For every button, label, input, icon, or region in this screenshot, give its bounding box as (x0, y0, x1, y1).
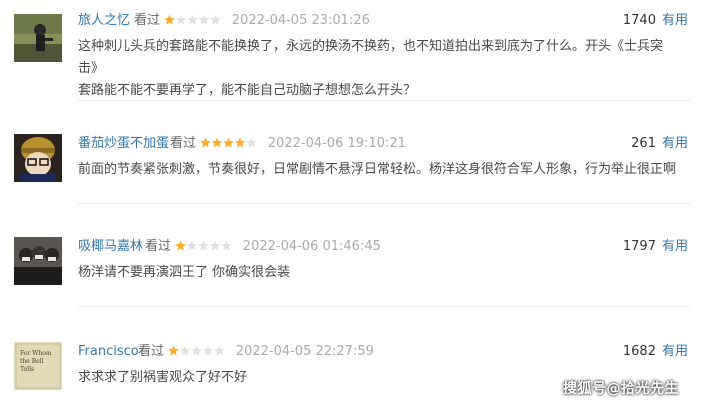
star-filled-icon (211, 137, 223, 148)
star-empty-icon (246, 137, 257, 148)
review-content: 这种刺儿头兵的套路能不能换换了，永远的换汤不换药，也不知道拍出来到底为了什么。开… (78, 36, 678, 102)
divider (78, 306, 690, 307)
star-empty-icon (210, 14, 221, 25)
star-filled-icon (168, 345, 179, 356)
star-empty-icon (186, 240, 198, 251)
review-text-line: 套路能不能不要再学了，能不能自己动脑子想想怎么开头？ (78, 83, 417, 98)
review-text-line: 前面的节奏紧张刺激，节奏很好，日常剧情不悬浮日常轻松。杨洋这身很符合军人形象，行… (78, 162, 677, 177)
star-empty-icon (179, 345, 191, 356)
review-header: 番茄炒蛋不加蛋 看过 2022-04-06 19:10:21 261 有用 (78, 134, 690, 154)
vote-count: 1682 有用 (623, 342, 688, 362)
useful-button[interactable]: 有用 (662, 13, 688, 28)
star-empty-icon (191, 345, 202, 356)
divider (78, 100, 690, 101)
vote-count: 261 有用 (631, 134, 688, 154)
avatar[interactable]: For Whom the Bell Tolls (14, 342, 62, 390)
rating-stars (164, 14, 222, 25)
rating-stars (200, 137, 258, 148)
avatar-book-title: For Whom the Bell Tolls (20, 350, 52, 373)
vote-number: 1740 (622, 13, 656, 28)
star-empty-icon (175, 14, 187, 25)
avatar[interactable] (14, 14, 62, 62)
rating-stars (168, 345, 226, 356)
review-text-line: 这种刺儿头兵的套路能不能换换了，永远的换汤不换药，也不知道拍出来到底为了什么。开… (78, 39, 664, 76)
review-text-line: 杨洋请不要再演泗王了 你确实很会装 (78, 265, 291, 280)
useful-button[interactable]: 有用 (662, 136, 688, 151)
vote-number: 1682 (622, 344, 656, 359)
review-header: 旅人之忆 看过 2022-04-05 23:01:26 1740 有用 (78, 11, 690, 31)
username-link[interactable]: 吸椰马嘉林 (78, 237, 143, 257)
vote-number: 261 (631, 136, 656, 151)
review-time: 2022-04-06 01:46:45 (242, 239, 381, 254)
review-meta: 看过 2022-04-06 19:10:21 (170, 134, 406, 154)
star-empty-icon (221, 240, 232, 251)
avatar[interactable] (14, 237, 62, 285)
review-time: 2022-04-05 23:01:26 (231, 13, 370, 28)
vote-count: 1740 有用 (623, 11, 688, 31)
watched-label: 看过 (138, 344, 165, 359)
review-meta: 看过 2022-04-05 22:27:59 (138, 342, 374, 362)
review-content: 杨洋请不要再演泗王了 你确实很会装 (78, 262, 678, 284)
username-link[interactable]: Francisco (78, 342, 139, 362)
username-link[interactable]: 番茄炒蛋不加蛋 (78, 134, 169, 154)
star-filled-icon (200, 137, 211, 148)
star-empty-icon (187, 14, 198, 25)
watched-label: 看过 (170, 136, 197, 151)
useful-button[interactable]: 有用 (662, 239, 688, 254)
review-meta: 看过 2022-04-06 01:46:45 (145, 237, 381, 257)
useful-button[interactable]: 有用 (662, 344, 688, 359)
review-content: 前面的节奏紧张刺激，节奏很好，日常剧情不悬浮日常轻松。杨洋这身很符合军人形象，行… (78, 159, 678, 181)
vote-count: 1797 有用 (623, 237, 688, 257)
watched-label: 看过 (145, 239, 172, 254)
star-filled-icon (164, 14, 175, 25)
star-empty-icon (198, 14, 210, 25)
star-empty-icon (209, 240, 221, 251)
star-filled-icon (234, 137, 246, 148)
review-header: 吸椰马嘉林 看过 2022-04-06 01:46:45 1797 有用 (78, 237, 690, 257)
star-filled-icon (175, 240, 186, 251)
username-link[interactable]: 旅人之忆 (78, 11, 130, 31)
vote-number: 1797 (622, 239, 656, 254)
divider (78, 203, 690, 204)
review-header: Francisco 看过 2022-04-05 22:27:59 1682 有用 (78, 342, 690, 362)
watermark: 搜狐号@拾光先生 (563, 381, 679, 397)
review-time: 2022-04-06 19:10:21 (267, 136, 406, 151)
rating-stars (175, 240, 233, 251)
star-empty-icon (214, 345, 225, 356)
review-meta: 看过 2022-04-05 23:01:26 (134, 11, 370, 31)
star-empty-icon (202, 345, 214, 356)
avatar[interactable] (14, 134, 62, 182)
watched-label: 看过 (134, 13, 161, 28)
review-time: 2022-04-05 22:27:59 (235, 344, 374, 359)
star-filled-icon (223, 137, 234, 148)
star-empty-icon (198, 240, 209, 251)
